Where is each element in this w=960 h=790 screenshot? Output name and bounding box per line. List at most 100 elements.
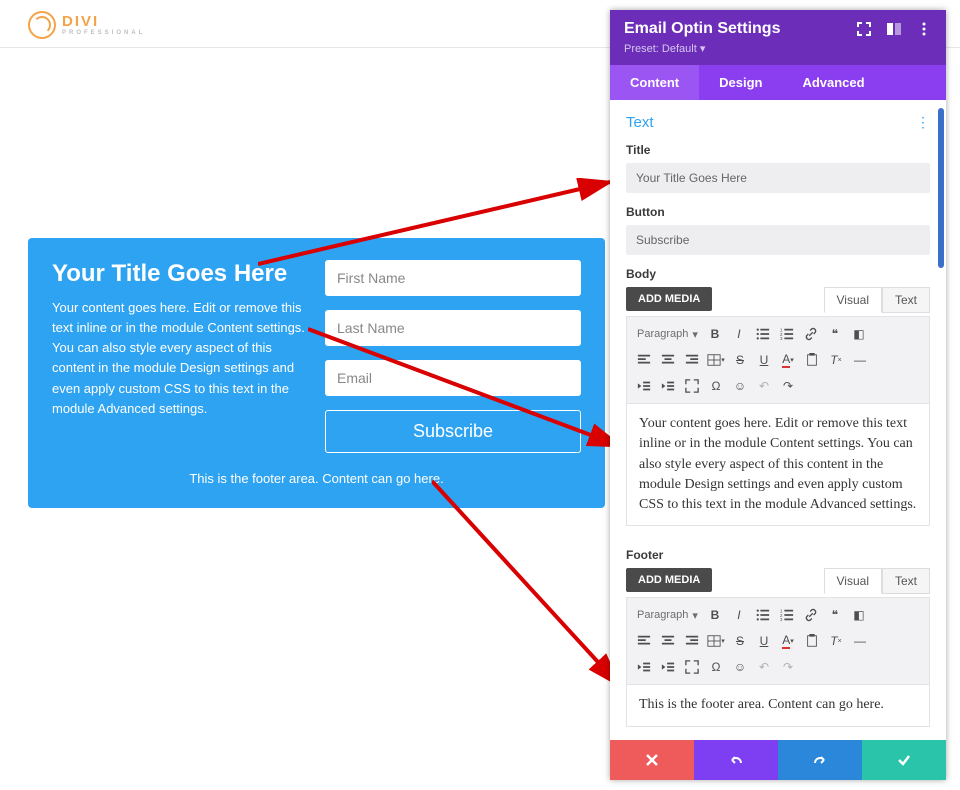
redo-button[interactable] bbox=[778, 740, 862, 780]
tab-content[interactable]: Content bbox=[610, 65, 699, 100]
footer-toolbar: Paragraph▾ B I 123 ❝ ◧ ▾ S U A▾ T× — bbox=[626, 597, 930, 685]
strike-icon[interactable]: S bbox=[729, 630, 751, 652]
add-media-button-footer[interactable]: ADD MEDIA bbox=[626, 568, 712, 592]
body-label: Body bbox=[626, 267, 930, 281]
strike-icon[interactable]: S bbox=[729, 349, 751, 371]
visual-tab-footer[interactable]: Visual bbox=[824, 568, 882, 594]
panel-body[interactable]: Text ⋮ Title Button Body ADD MEDIA Visua… bbox=[610, 100, 946, 740]
button-label: Button bbox=[626, 205, 930, 219]
text-tab-footer[interactable]: Text bbox=[882, 568, 930, 594]
ol-icon[interactable]: 123 bbox=[776, 323, 798, 345]
fullscreen-icon[interactable] bbox=[681, 375, 703, 397]
align-right-icon[interactable] bbox=[681, 630, 703, 652]
link-icon[interactable] bbox=[800, 604, 822, 626]
optin-footer[interactable]: This is the footer area. Content can go … bbox=[52, 471, 581, 486]
outdent-icon[interactable] bbox=[633, 375, 655, 397]
italic-icon[interactable]: I bbox=[728, 604, 750, 626]
hr-icon[interactable]: — bbox=[849, 630, 871, 652]
panel-footer bbox=[610, 740, 946, 780]
settings-panel: Email Optin Settings Preset: Default ▾ C… bbox=[610, 10, 946, 780]
table-icon[interactable]: ▾ bbox=[705, 630, 727, 652]
text-tab-body[interactable]: Text bbox=[882, 287, 930, 313]
quote-icon[interactable]: ❝ bbox=[824, 323, 846, 345]
undo-icon[interactable]: ↶ bbox=[753, 375, 775, 397]
underline-icon[interactable]: U bbox=[753, 630, 775, 652]
optin-body[interactable]: Your content goes here. Edit or remove t… bbox=[52, 298, 307, 419]
add-media-button-body[interactable]: ADD MEDIA bbox=[626, 287, 712, 311]
logo-subtext: PROFESSIONAL bbox=[62, 30, 145, 36]
paste-icon[interactable] bbox=[801, 349, 823, 371]
special-char-icon[interactable]: Ω bbox=[705, 656, 727, 678]
expand-icon[interactable] bbox=[856, 21, 872, 37]
indent-icon[interactable] bbox=[657, 656, 679, 678]
cancel-button[interactable] bbox=[610, 740, 694, 780]
link-icon[interactable] bbox=[800, 323, 822, 345]
ol-icon[interactable]: 123 bbox=[776, 604, 798, 626]
ul-icon[interactable] bbox=[752, 323, 774, 345]
svg-text:3: 3 bbox=[780, 336, 783, 341]
body-editor[interactable]: Your content goes here. Edit or remove t… bbox=[626, 404, 930, 526]
align-center-icon[interactable] bbox=[657, 349, 679, 371]
title-label: Title bbox=[626, 143, 930, 157]
ul-icon[interactable] bbox=[752, 604, 774, 626]
undo-button[interactable] bbox=[694, 740, 778, 780]
section-options-icon[interactable]: ⋮ bbox=[916, 114, 930, 131]
panel-tabs: Content Design Advanced bbox=[610, 65, 946, 100]
clear-format-icon[interactable]: T× bbox=[825, 630, 847, 652]
body-toolbar: Paragraph▾ B I 123 ❝ ◧ ▾ S U A▾ T× — bbox=[626, 316, 930, 404]
special-char-icon[interactable]: Ω bbox=[705, 375, 727, 397]
subscribe-button[interactable]: Subscribe bbox=[325, 410, 581, 453]
underline-icon[interactable]: U bbox=[753, 349, 775, 371]
italic-icon[interactable]: I bbox=[728, 323, 750, 345]
quote-icon[interactable]: ❝ bbox=[824, 604, 846, 626]
paste-icon[interactable] bbox=[801, 630, 823, 652]
logo[interactable]: DIVI PROFESSIONAL bbox=[28, 11, 145, 39]
table-icon[interactable]: ▾ bbox=[705, 349, 727, 371]
section-title[interactable]: Text bbox=[626, 114, 654, 131]
email-input[interactable] bbox=[325, 360, 581, 396]
outdent-icon[interactable] bbox=[633, 656, 655, 678]
redo-icon[interactable]: ↷ bbox=[777, 375, 799, 397]
tab-advanced[interactable]: Advanced bbox=[782, 65, 884, 100]
text-color-icon[interactable]: A▾ bbox=[777, 630, 799, 652]
scrollbar[interactable] bbox=[938, 108, 944, 268]
more-icon[interactable] bbox=[916, 21, 932, 37]
redo-icon[interactable]: ↷ bbox=[777, 656, 799, 678]
email-optin-module: Your Title Goes Here Your content goes h… bbox=[28, 238, 605, 508]
arrow-annotation-3 bbox=[432, 478, 627, 693]
code-icon[interactable]: ◧ bbox=[848, 323, 870, 345]
logo-icon bbox=[28, 11, 56, 39]
panel-title: Email Optin Settings bbox=[624, 20, 842, 38]
save-button[interactable] bbox=[862, 740, 946, 780]
footer-editor[interactable]: This is the footer area. Content can go … bbox=[626, 685, 930, 726]
text-color-icon[interactable]: A▾ bbox=[777, 349, 799, 371]
align-left-icon[interactable] bbox=[633, 630, 655, 652]
last-name-input[interactable] bbox=[325, 310, 581, 346]
bold-icon[interactable]: B bbox=[704, 323, 726, 345]
bold-icon[interactable]: B bbox=[704, 604, 726, 626]
preset-selector[interactable]: Preset: Default ▾ bbox=[610, 42, 946, 65]
code-icon[interactable]: ◧ bbox=[848, 604, 870, 626]
button-field[interactable] bbox=[626, 225, 930, 255]
paragraph-selector-footer[interactable]: Paragraph▾ bbox=[633, 607, 702, 624]
visual-tab-body[interactable]: Visual bbox=[824, 287, 882, 313]
optin-title[interactable]: Your Title Goes Here bbox=[52, 260, 307, 288]
align-left-icon[interactable] bbox=[633, 349, 655, 371]
emoji-icon[interactable]: ☺ bbox=[729, 656, 751, 678]
undo-icon[interactable]: ↶ bbox=[753, 656, 775, 678]
fullscreen-icon[interactable] bbox=[681, 656, 703, 678]
hr-icon[interactable]: — bbox=[849, 349, 871, 371]
align-center-icon[interactable] bbox=[657, 630, 679, 652]
paragraph-selector-body[interactable]: Paragraph▾ bbox=[633, 326, 702, 343]
logo-text: DIVI bbox=[62, 13, 99, 30]
align-right-icon[interactable] bbox=[681, 349, 703, 371]
title-field[interactable] bbox=[626, 163, 930, 193]
panel-header: Email Optin Settings Preset: Default ▾ C… bbox=[610, 10, 946, 100]
indent-icon[interactable] bbox=[657, 375, 679, 397]
clear-format-icon[interactable]: T× bbox=[825, 349, 847, 371]
first-name-input[interactable] bbox=[325, 260, 581, 296]
tab-design[interactable]: Design bbox=[699, 65, 782, 100]
switch-view-icon[interactable] bbox=[886, 21, 902, 37]
footer-label: Footer bbox=[626, 548, 930, 562]
emoji-icon[interactable]: ☺ bbox=[729, 375, 751, 397]
